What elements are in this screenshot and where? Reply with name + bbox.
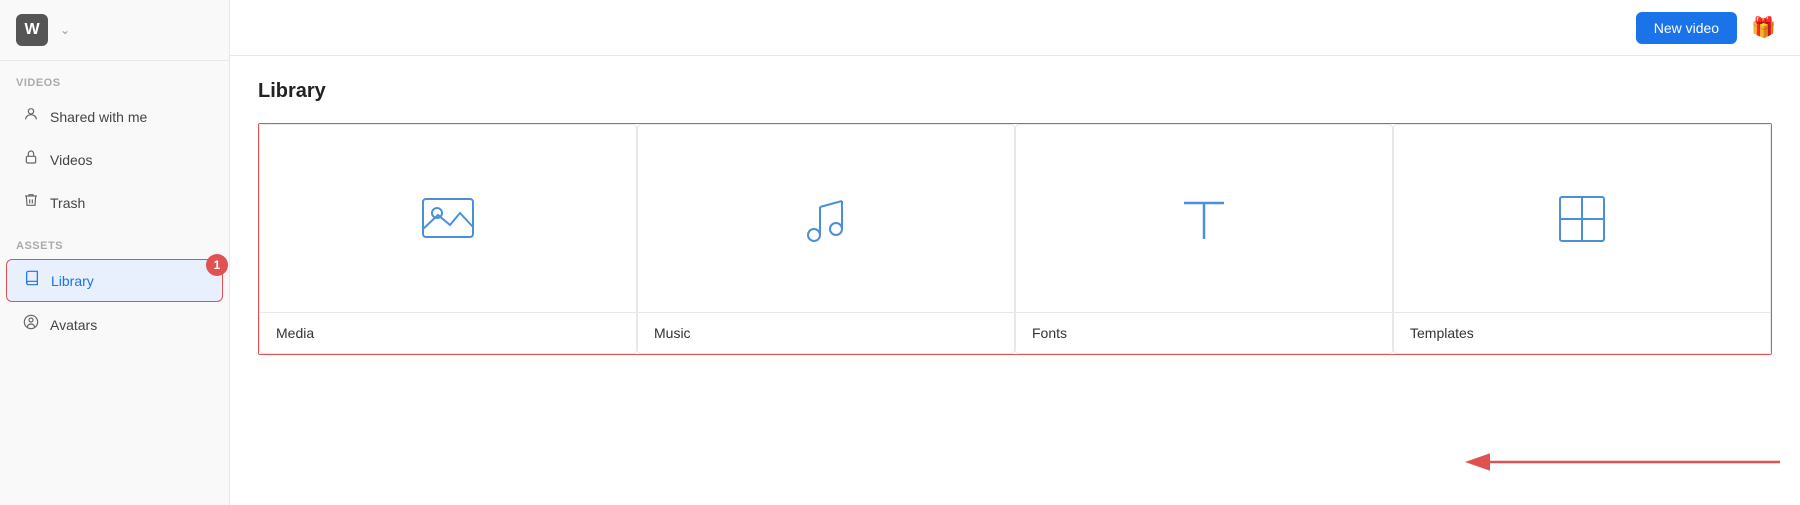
videos-section-label: Videos [0, 61, 229, 95]
templates-label: Templates [1394, 312, 1770, 353]
sidebar-item-trash[interactable]: Trash [6, 182, 223, 223]
fonts-label: Fonts [1016, 312, 1392, 353]
music-icon [796, 189, 856, 249]
arrow-annotation [1470, 442, 1790, 487]
templates-icon-area [1552, 125, 1612, 312]
sidebar-item-videos[interactable]: Videos [6, 139, 223, 180]
sidebar-item-label: Avatars [50, 317, 97, 333]
chevron-down-icon: ⌄ [60, 23, 70, 37]
avatar-icon [22, 314, 40, 335]
sidebar-item-label: Shared with me [50, 109, 147, 125]
new-video-button[interactable]: New video [1636, 12, 1737, 44]
sidebar-item-label: Trash [50, 195, 85, 211]
page-content: Library Media [230, 56, 1800, 505]
lock-icon [22, 149, 40, 170]
sidebar-item-avatars[interactable]: Avatars [6, 304, 223, 345]
sidebar: W ⌄ Videos Shared with me Videos Trash A… [0, 0, 230, 505]
library-card-templates[interactable]: Templates [1393, 124, 1771, 354]
sidebar-item-shared-with-me[interactable]: Shared with me [6, 96, 223, 137]
library-card-fonts[interactable]: Fonts [1015, 124, 1393, 354]
page-title: Library [258, 80, 1772, 103]
person-icon [22, 106, 40, 127]
media-label: Media [260, 312, 636, 353]
text-icon [1174, 189, 1234, 249]
trash-icon [22, 192, 40, 213]
sidebar-item-library[interactable]: Library 1 [6, 259, 223, 302]
gift-icon[interactable]: 🎁 [1751, 15, 1776, 40]
main-content: New video 🎁 Library Media [230, 0, 1800, 505]
sidebar-header: W ⌄ [0, 0, 229, 61]
image-icon [418, 189, 478, 249]
sidebar-item-label: Library [51, 273, 94, 289]
assets-section-label: Assets [0, 224, 229, 258]
music-label: Music [638, 312, 1014, 353]
library-card-media[interactable]: Media [259, 124, 637, 354]
media-icon-area [418, 125, 478, 312]
library-card-music[interactable]: Music [637, 124, 1015, 354]
book-icon [23, 270, 41, 291]
sidebar-item-label: Videos [50, 152, 93, 168]
topbar: New video 🎁 [230, 0, 1800, 56]
arrow-svg [1470, 442, 1790, 482]
library-grid: Media Music [258, 123, 1772, 355]
app-logo: W [16, 14, 48, 46]
fonts-icon-area [1174, 125, 1234, 312]
music-icon-area [796, 125, 856, 312]
layout-icon [1552, 189, 1612, 249]
library-badge: 1 [206, 254, 228, 276]
